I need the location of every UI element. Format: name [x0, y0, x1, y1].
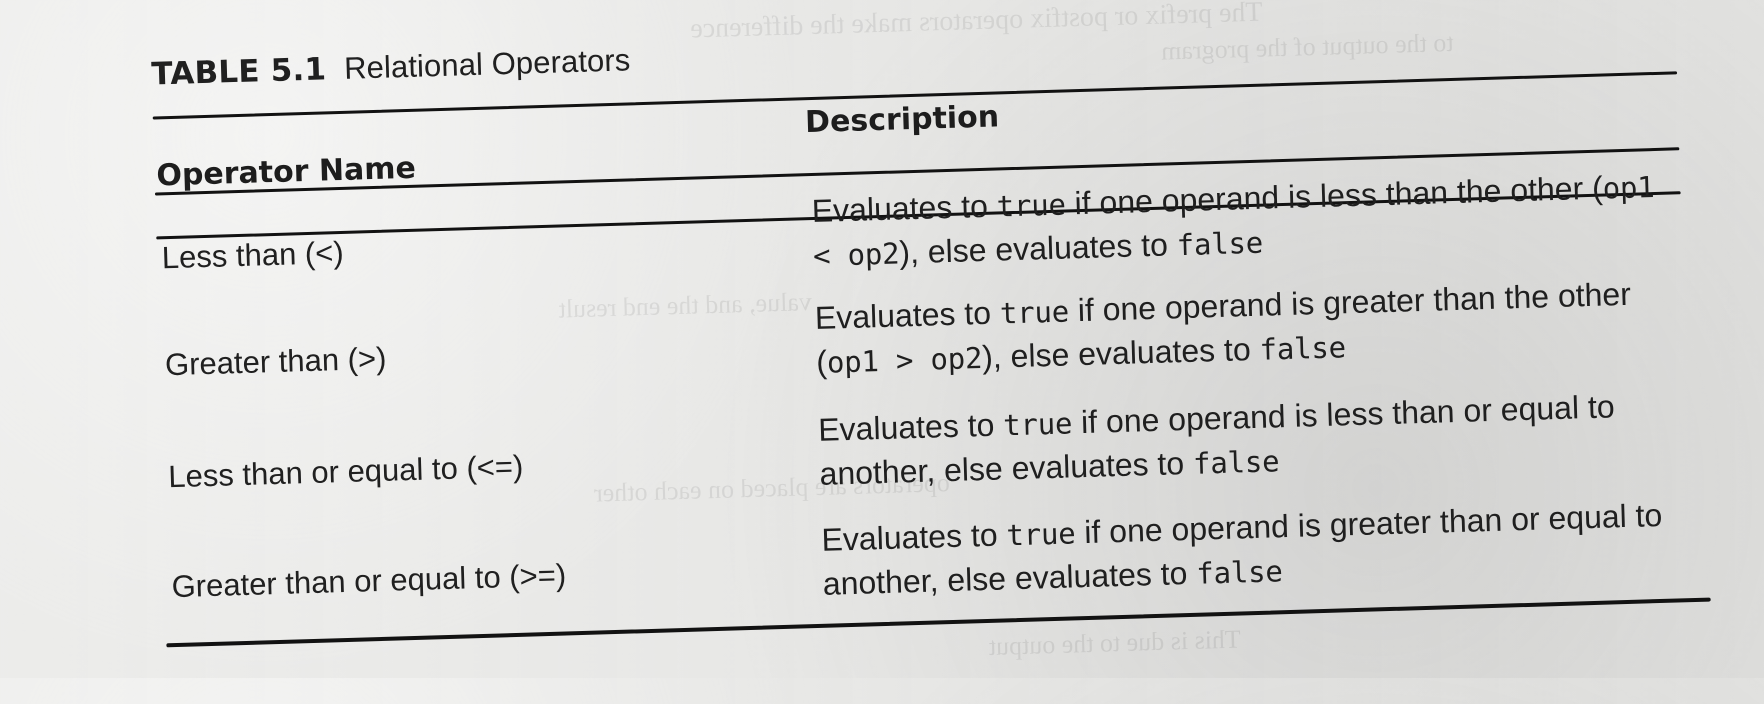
operator-name-cell: Less than or equal to (<=): [167, 448, 524, 495]
code-false: false: [1259, 330, 1347, 367]
description-text: Evaluates to: [811, 187, 998, 230]
code-true: true: [999, 294, 1070, 331]
description-column-header: Description: [804, 99, 1000, 141]
table-caption: TABLE 5.1 Relational Operators: [151, 42, 631, 92]
code-false: false: [1195, 554, 1284, 591]
bleed-through-text: This is due to the output: [988, 624, 1242, 661]
code-true: true: [996, 187, 1067, 224]
bleed-through-text: to the output of the program: [1160, 27, 1454, 66]
document-page: The prefix or postfix operators make the…: [0, 0, 1764, 704]
code-false: false: [1192, 444, 1280, 481]
operator-name-cell: Greater than or equal to (>=): [171, 557, 567, 605]
code-true: true: [1002, 406, 1073, 443]
description-text: ), else evaluates to: [898, 226, 1178, 271]
table-title: Relational Operators: [343, 42, 631, 86]
operator-name-cell: Greater than (>): [164, 340, 387, 383]
code-false: false: [1176, 225, 1264, 263]
description-text: Evaluates to: [814, 294, 1001, 336]
description-text: ), else evaluates to: [981, 330, 1261, 376]
bleed-through-text: The prefix or postfix operators make the…: [689, 0, 1263, 45]
description-text: if one operand is less than the other (: [1065, 169, 1604, 222]
operator-name-cell: Less than (<): [161, 234, 345, 276]
description-cell: Evaluates to true if one operand is less…: [811, 164, 1683, 278]
table-number: TABLE 5.1: [150, 51, 327, 93]
code-true: true: [1005, 516, 1076, 553]
description-text: Evaluates to: [820, 516, 1007, 558]
code-expression: op1 > op2: [826, 341, 983, 380]
description-text: Evaluates to: [817, 406, 1004, 448]
